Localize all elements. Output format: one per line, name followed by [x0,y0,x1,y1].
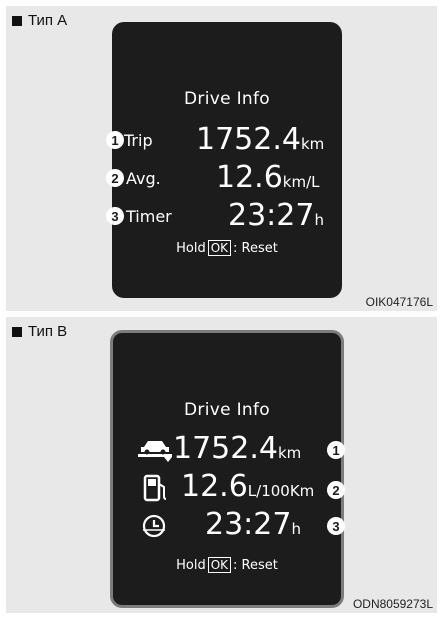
distance-unit: km [277,444,302,462]
timer-label: Timer [126,207,172,226]
trip-row: 1 Trip 1752.4km [106,123,342,157]
drive-info-title: Drive Info [184,400,270,420]
figure-code-b: ODN8059273L [352,597,433,611]
trip-value-number: 1752.4 [196,122,301,157]
timer-value: 23:27h [205,508,301,546]
drive-info-title: Drive Info [184,89,270,109]
timer-row: 23:27h 3 [113,508,345,542]
fuel-pump-icon [143,474,167,502]
square-bullet-icon [12,326,22,337]
avg-label: Avg. [126,169,161,188]
hold-ok-reset-hint: Hold OK : Reset [112,240,342,256]
type-a-label-text: Тип A [28,12,68,29]
avg-value: 12.6km/L [216,161,320,199]
ok-key-box: OK [207,557,232,573]
clock-icon [142,514,166,538]
car-distance-icon [138,441,172,462]
trip-label: Trip [124,131,153,150]
callout-badge-2: 2 [327,481,345,499]
distance-value-number: 1752.4 [173,431,278,466]
reset-text: : Reset [233,240,278,256]
distance-value: 1752.4km [173,432,301,470]
fuel-economy-value-number: 12.6 [181,469,248,504]
fuel-economy-unit: L/100Km [247,482,315,500]
hold-text: Hold [176,557,206,573]
callout-badge-3: 3 [106,207,124,225]
distance-row: 1752.4km 1 [113,432,345,466]
fuel-economy-value: 12.6L/100Km [181,470,314,508]
hold-ok-reset-hint: Hold OK : Reset [113,557,341,573]
square-bullet-icon [12,15,22,26]
cluster-display-b: Drive Info 1752.4km 1 12.6L/100Km 2 23:2… [110,330,345,608]
callout-badge-3: 3 [327,517,345,535]
avg-row: 2 Avg. 12.6km/L [106,161,342,195]
trip-value: 1752.4km [196,123,324,161]
callout-badge-2: 2 [106,169,124,187]
cluster-display-a: Drive Info 1 Trip 1752.4km 2 Avg. 12.6km… [106,22,342,298]
figure-code-a: OIK047176L [365,295,433,309]
hold-text: Hold [176,240,206,256]
avg-value-number: 12.6 [216,160,283,195]
timer-unit: h [291,520,301,538]
timer-value-number: 23:27 [205,507,292,542]
type-a-panel: Тип A Drive Info 1 Trip 1752.4km 2 Avg. … [6,6,437,311]
ok-key-box: OK [207,240,232,256]
timer-value: 23:27h [228,199,324,237]
trip-unit: km [300,135,325,153]
callout-badge-1: 1 [327,441,345,459]
timer-row: 3 Timer 23:27h [106,199,342,233]
type-b-label-text: Тип B [28,323,68,340]
fuel-economy-row: 12.6L/100Km 2 [113,470,345,504]
timer-value-number: 23:27 [228,198,315,233]
reset-text: : Reset [233,557,278,573]
type-a-label: Тип A [12,12,67,29]
callout-badge-1: 1 [106,131,124,149]
type-b-panel: Тип B Drive Info 1752.4km 1 12.6L/100Km … [6,317,437,613]
type-b-label: Тип B [12,323,67,340]
avg-unit: km/L [282,173,320,191]
timer-unit: h [314,211,324,229]
